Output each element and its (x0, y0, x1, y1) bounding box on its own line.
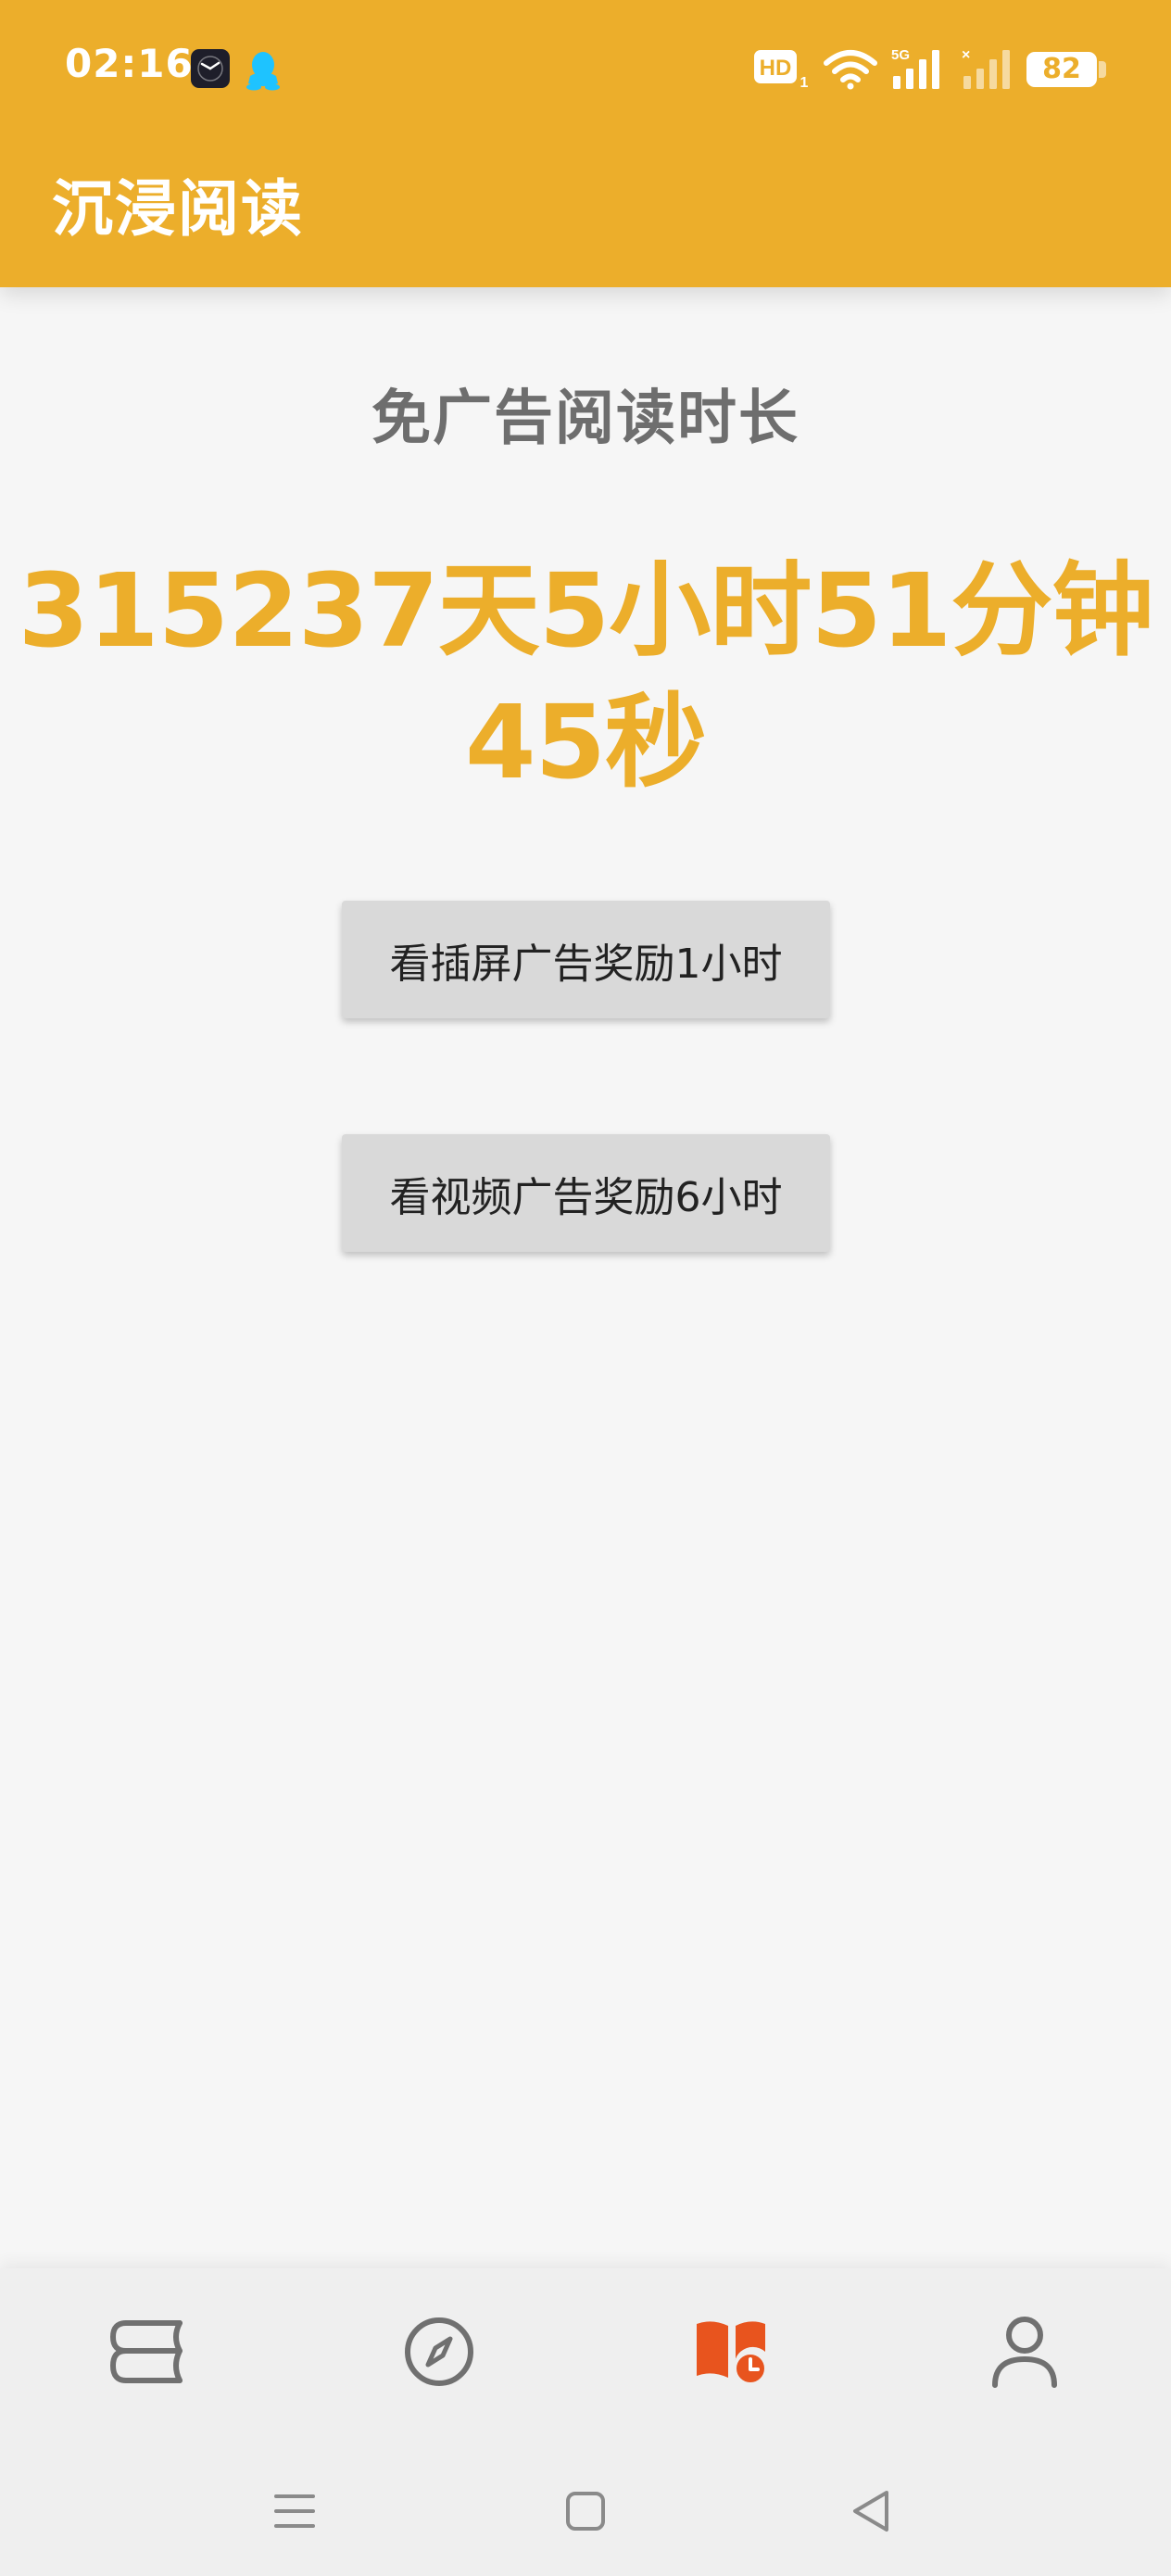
svg-text:1: 1 (800, 75, 809, 91)
app-title: 沉浸阅读 (52, 173, 304, 245)
hd-voice-icon: HD 1 (752, 46, 810, 91)
svg-text:×: × (962, 47, 970, 63)
watch-video-ad-button[interactable]: 看视频广告奖励6小时 (342, 1134, 830, 1252)
svg-text:HD: HD (760, 56, 792, 81)
clock-app-icon (190, 48, 231, 93)
home-square-icon (566, 2492, 605, 2531)
status-time: 02:16 (65, 41, 194, 86)
nav-bookshelf[interactable] (100, 2305, 193, 2398)
menu-icon (274, 2494, 315, 2528)
reading-time-icon (697, 2321, 768, 2386)
nav-profile[interactable] (978, 2305, 1071, 2398)
system-navigation-bar (0, 2437, 1171, 2576)
recent-apps-button[interactable] (258, 2474, 332, 2548)
ad-free-countdown: 315237天5小时51分钟45秒 (18, 551, 1154, 802)
home-button[interactable] (548, 2474, 623, 2548)
svg-text:5G: 5G (891, 47, 910, 63)
back-triangle-icon (853, 2491, 888, 2532)
signal-no-sim-icon: × (960, 46, 1019, 91)
watch-interstitial-ad-button[interactable]: 看插屏广告奖励1小时 (342, 901, 830, 1018)
signal-5g-icon: 5G (889, 46, 949, 91)
wifi-icon (823, 46, 878, 91)
back-button[interactable] (834, 2474, 908, 2548)
nav-reading-time[interactable] (686, 2305, 778, 2398)
ad-free-duration-title: 免广告阅读时长 (371, 385, 800, 453)
qq-penguin-icon (243, 48, 283, 95)
app-header: 02:16 HD 1 5G × 82 沉浸阅读 (0, 0, 1171, 287)
battery-tip (1099, 61, 1106, 78)
battery-icon: 82 (1026, 52, 1097, 87)
nav-discover[interactable] (393, 2305, 485, 2398)
bookshelf-icon (110, 2320, 183, 2383)
status-bar: 02:16 HD 1 5G × 82 (0, 0, 1171, 139)
compass-icon (405, 2317, 473, 2386)
bottom-navigation (0, 2268, 1171, 2437)
profile-icon (992, 2317, 1057, 2388)
